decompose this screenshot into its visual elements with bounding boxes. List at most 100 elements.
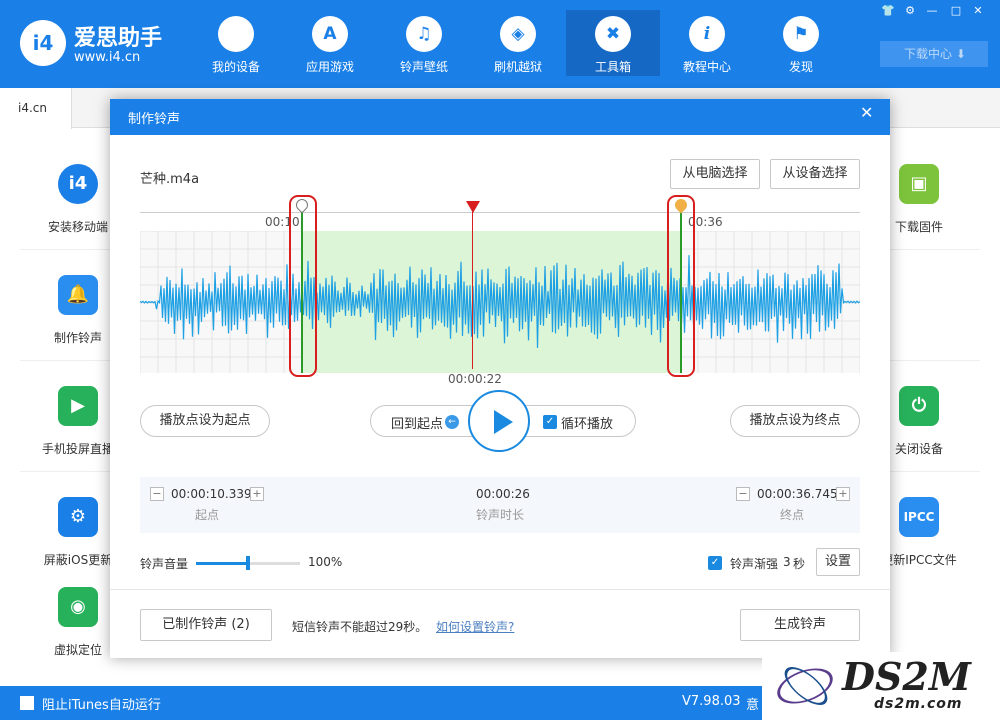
settings-icon[interactable]: ⚙ <box>900 4 920 18</box>
flag-icon: ⚑ <box>783 16 819 52</box>
location-pin-icon: ◉ <box>58 587 98 627</box>
nav-label: 工具箱 <box>594 60 631 74</box>
start-marker-highlight <box>289 195 317 377</box>
app-store-icon: A <box>312 16 348 52</box>
skin-icon[interactable]: 👕 <box>878 4 898 18</box>
maximize-icon[interactable]: □ <box>946 4 966 18</box>
status-extra: 意 <box>746 698 760 713</box>
app-url: www.i4.cn <box>74 50 141 65</box>
tab-i4cn[interactable]: i4.cn <box>0 88 72 129</box>
nav-label: 教程中心 <box>682 60 731 74</box>
playhead-icon[interactable] <box>466 201 480 213</box>
volume-slider-knob[interactable] <box>246 556 250 570</box>
volume-label: 铃声音量 <box>140 557 189 571</box>
choose-from-device-button[interactable]: 从设备选择 <box>770 159 860 189</box>
close-icon[interactable]: ✕ <box>860 103 873 122</box>
range-info: − 00:00:10.339 + 起点 00:00:26 铃声时长 − 00:0… <box>140 477 860 533</box>
nav-label: 我的设备 <box>211 60 260 74</box>
fade-settings-button[interactable]: 设置 <box>816 548 860 576</box>
nav-tutorials[interactable]: i 教程中心 <box>660 10 754 76</box>
divider <box>890 471 980 472</box>
apple-icon <box>218 16 254 52</box>
block-itunes-label: 阻止iTunes自动运行 <box>42 698 161 713</box>
cube-icon: ▣ <box>899 164 939 204</box>
playhead-time: 00:00:22 <box>448 372 502 386</box>
version-label: V7.98.03 <box>682 694 741 709</box>
time-ruler <box>140 212 860 213</box>
make-ringtone-dialog: 制作铃声 ✕ 芒种.m4a 从电脑选择 从设备选择 00:10 00:36 00… <box>110 99 890 658</box>
minimize-icon[interactable]: — <box>922 4 942 18</box>
divider <box>20 471 110 472</box>
divider <box>890 249 980 250</box>
app-logo: i4 <box>20 20 66 66</box>
fade-in-label: 铃声渐强 <box>730 557 779 571</box>
file-name: 芒种.m4a <box>140 172 200 187</box>
i4-logo-icon: i4 <box>58 164 98 204</box>
watermark-logo: DS2M <box>842 654 971 699</box>
end-marker-highlight <box>667 195 695 377</box>
bell-icon: 🔔 <box>58 275 98 315</box>
watermark-url: ds2m.com <box>874 696 963 712</box>
nav-label: 应用游戏 <box>305 60 354 74</box>
music-icon: ♫ <box>406 16 442 52</box>
loop-play-label: 循环播放 <box>561 417 614 432</box>
duration-value: 00:00:26 <box>476 487 530 501</box>
volume-slider[interactable] <box>196 556 300 570</box>
nav-ringtones-wallpapers[interactable]: ♫ 铃声壁纸 <box>377 10 471 76</box>
end-decrease-button[interactable]: − <box>736 487 750 501</box>
nav-apps-games[interactable]: A 应用游戏 <box>283 10 377 76</box>
nav-flash-jailbreak[interactable]: ◈ 刷机越狱 <box>471 10 565 76</box>
start-decrease-button[interactable]: − <box>150 487 164 501</box>
play-button[interactable] <box>468 390 530 452</box>
fade-in-value: 3 <box>783 555 791 569</box>
set-start-button[interactable]: 播放点设为起点 <box>140 405 270 437</box>
nav-discover[interactable]: ⚑ 发现 <box>754 10 848 76</box>
end-increase-button[interactable]: + <box>836 487 850 501</box>
nav-label: 发现 <box>788 60 813 74</box>
watermark: DS2M ds2m.com <box>762 652 1000 720</box>
power-icon: ⏻ <box>899 386 939 426</box>
start-label: 起点 <box>195 508 220 522</box>
dialog-header: 制作铃声 ✕ <box>110 99 890 135</box>
back-to-start-label[interactable]: 回到起点 <box>391 413 443 432</box>
divider <box>890 360 980 361</box>
tools-icon: ✖ <box>595 16 631 52</box>
nav-my-device[interactable]: 我的设备 <box>189 10 283 76</box>
start-increase-button[interactable]: + <box>250 487 264 501</box>
download-center-button[interactable]: 下载中心 ⬇ <box>880 41 988 67</box>
nav-toolbox[interactable]: ✖ 工具箱 <box>566 10 660 76</box>
fade-in-unit: 秒 <box>793 557 806 571</box>
close-window-icon[interactable]: ✕ <box>968 4 988 18</box>
nav-label: 刷机越狱 <box>493 60 542 74</box>
screen-cast-icon: ▶ <box>58 386 98 426</box>
top-bar: i4 爱思助手 www.i4.cn 我的设备 A 应用游戏 ♫ 铃声壁纸 ◈ 刷机越狱… <box>0 0 1000 88</box>
download-icon: ⬇ <box>955 47 966 61</box>
generate-ringtone-button[interactable]: 生成铃声 <box>740 609 860 641</box>
sms-notice: 短信铃声不能超过29秒。 <box>292 620 428 634</box>
howto-link[interactable]: 如何设置铃声? <box>436 618 514 635</box>
playhead-line <box>472 209 473 369</box>
back-arrow-icon[interactable]: ← <box>445 415 459 429</box>
start-value: 00:00:10.339 <box>171 487 252 501</box>
nav-label: 铃声壁纸 <box>399 60 448 74</box>
app-name: 爱思助手 <box>74 26 163 51</box>
loop-play-checkbox[interactable]: ✓ <box>543 415 557 429</box>
choose-from-pc-button[interactable]: 从电脑选择 <box>670 159 760 189</box>
set-end-button[interactable]: 播放点设为终点 <box>730 405 860 437</box>
waveform <box>140 255 860 349</box>
footer-divider <box>110 589 890 590</box>
fade-in-checkbox[interactable]: ✓ <box>708 556 722 570</box>
dropbox-icon: ◈ <box>500 16 536 52</box>
waveform-line <box>140 255 860 349</box>
download-center-label: 下载中心 <box>904 47 953 61</box>
made-ringtones-button[interactable]: 已制作铃声 (2) <box>140 609 272 641</box>
end-value: 00:00:36.745 <box>757 487 838 501</box>
logo-text: i4 <box>32 31 54 55</box>
info-icon: i <box>689 16 725 52</box>
volume-value: 100% <box>308 555 343 569</box>
dialog-title: 制作铃声 <box>128 112 181 127</box>
duration-label: 铃声时长 <box>476 508 525 522</box>
play-icon <box>494 410 513 434</box>
block-itunes-checkbox[interactable] <box>20 696 34 710</box>
gear-block-icon: ⚙ <box>58 497 98 537</box>
